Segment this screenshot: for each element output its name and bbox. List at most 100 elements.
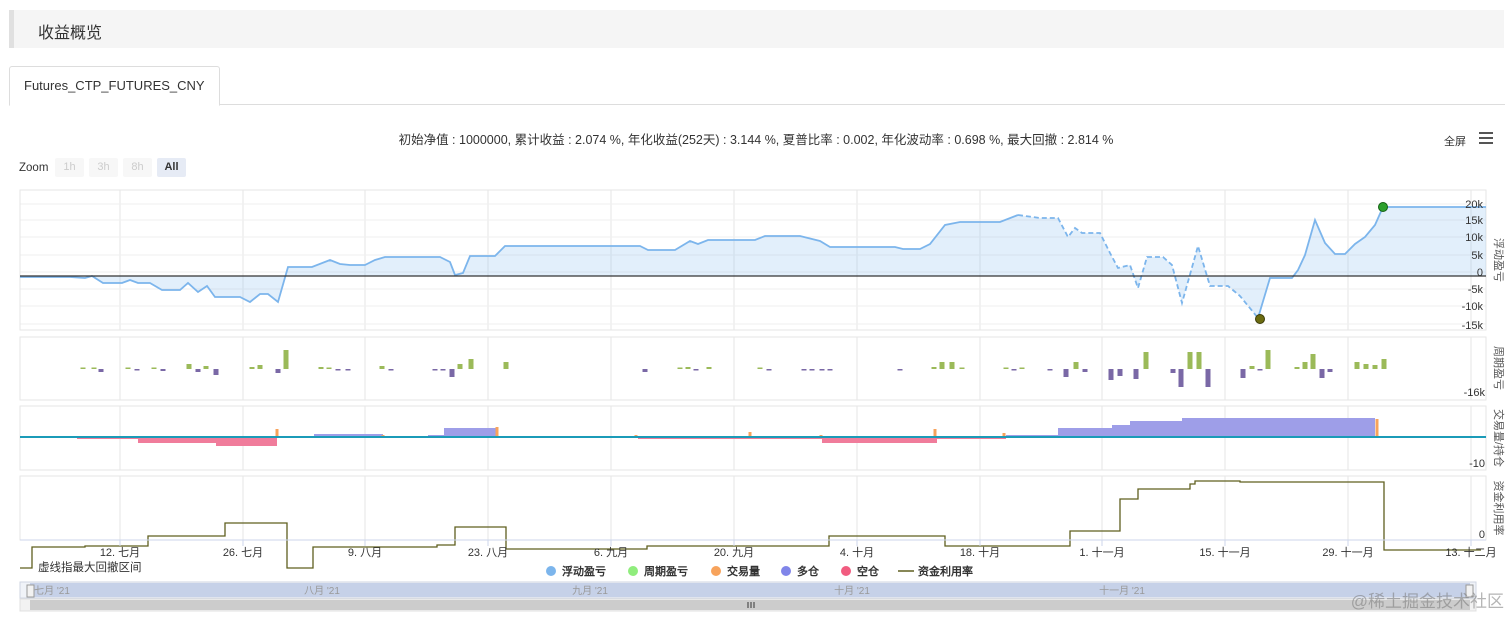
legend-item[interactable]: 空仓 [841, 564, 880, 578]
floating-pnl-pane [20, 202, 1486, 324]
period-pnl-bar [1265, 350, 1271, 369]
y-tick-label: 5k [1471, 250, 1483, 262]
period-pnl-bar [1240, 369, 1246, 378]
period-pnl-bar [642, 369, 648, 372]
period-pnl-bar [134, 369, 140, 371]
period-pnl-bar [449, 369, 455, 377]
legend-dot-symbol [628, 566, 638, 576]
period-pnl-bar [213, 369, 219, 375]
period-pnl-bar [685, 367, 691, 369]
y-tick-label: 20k [1465, 199, 1483, 211]
period-pnl-bar [949, 362, 955, 369]
period-pnl-bar [151, 367, 157, 369]
period-pnl-bar [1327, 369, 1333, 372]
x-tick-label: 4. 十月 [840, 545, 874, 559]
x-tick-label: 12. 七月 [100, 546, 140, 559]
period-pnl-bar [757, 367, 763, 369]
period-pnl-bar [160, 369, 166, 371]
period-pnl-bar [379, 366, 385, 369]
drawdown-trough-marker [1255, 314, 1265, 324]
legend-dot-symbol [546, 566, 556, 576]
period-pnl-bar [1178, 369, 1184, 387]
legend-label: 周期盈亏 [644, 564, 688, 578]
period-pnl-bar [388, 369, 394, 371]
period-pnl-bar [257, 365, 263, 369]
period-pnl-bar [125, 367, 131, 369]
period-pnl-bar [1003, 367, 1009, 369]
legend-label: 浮动盈亏 [562, 564, 606, 578]
navigator-selected-range [30, 583, 1470, 597]
y-tick-label: 0 [1477, 267, 1483, 279]
volume-bar [933, 429, 937, 437]
period-pnl-bar [693, 369, 699, 371]
performance-chart: 20k15k10k5k0-5k-10k-15k-16k-100 浮动盈亏周期盈亏… [19, 189, 1506, 612]
period-pnl-bar [809, 369, 815, 371]
period-pnl-bar [1381, 359, 1387, 369]
watermark: @稀土掘金技术社区 [1350, 592, 1504, 611]
legend-item[interactable]: 资金利用率 [898, 564, 973, 578]
scrollbar-thumb [30, 600, 1470, 610]
x-tick-label: 20. 九月 [714, 546, 754, 559]
x-axis-ticks: 12. 七月 26. 七月 9. 八月 23. 八月 6. 九月 20. 九月 4. 十月 1… [20, 539, 1497, 559]
period-pnl-bar [1019, 367, 1025, 369]
period-pnl-bar [80, 367, 86, 369]
period-pnl-bar [897, 369, 903, 371]
period-pnl-bar [959, 367, 965, 369]
legend-item[interactable]: 交易量 [711, 564, 760, 578]
period-pnl-bar [1011, 369, 1017, 371]
period-pnl-bar [677, 367, 683, 369]
x-tick-label: 29. 十一月 [1322, 545, 1373, 559]
period-pnl-bar [1108, 369, 1114, 380]
x-tick-label: 15. 十一月 [1199, 545, 1250, 559]
period-pnl-bar [1310, 354, 1316, 369]
period-pnl-bar [1257, 369, 1263, 371]
period-pnl-bar [432, 369, 438, 371]
volume-position-pane [20, 418, 1486, 446]
y-tick-label: -15k [1462, 320, 1484, 332]
period-pnl-bar [1354, 362, 1360, 369]
period-pnl-bar [939, 362, 945, 369]
range-navigator: 七月 '21 八月 '21 九月 '21 十月 '21 十一月 '21 [19, 581, 1477, 612]
y-axis-title: 浮动盈亏 [1492, 238, 1505, 282]
handle-grip [26, 584, 35, 598]
period-pnl-bar [335, 369, 341, 371]
period-pnl-bar [1170, 369, 1176, 373]
y-axis-title: 周期盈亏 [1492, 346, 1505, 390]
legend-item[interactable]: 周期盈亏 [628, 564, 688, 578]
period-pnl-bar [1249, 366, 1255, 369]
period-pnl-bar [1143, 352, 1149, 369]
legend-item[interactable]: 浮动盈亏 [546, 564, 606, 578]
period-pnl-bar [457, 364, 463, 369]
y-tick-label: -10 [1469, 458, 1485, 470]
period-pnl-bar [186, 364, 192, 369]
period-pnl-bar [931, 367, 937, 369]
period-pnl-bar [203, 366, 209, 369]
legend-dot-symbol [841, 566, 851, 576]
y-axis-title: 交易量/持仓 [1492, 409, 1506, 467]
period-pnl-bar [1117, 369, 1123, 376]
period-pnl-bar [1302, 362, 1308, 369]
long-position-area [1182, 418, 1375, 437]
volume-bar [495, 427, 499, 437]
period-pnl-bar [827, 369, 833, 371]
drawdown-peak-marker [1378, 202, 1388, 212]
volume-bar [275, 429, 279, 437]
navigator-scrollbar[interactable] [19, 598, 1477, 612]
y-tick-label: -16k [1464, 387, 1486, 399]
period-pnl-bar [1294, 367, 1300, 369]
period-pnl-bar [1187, 352, 1193, 369]
navigator-handle[interactable] [26, 584, 35, 598]
period-pnl-bar [91, 367, 97, 369]
x-tick-label: 18. 十月 [960, 545, 1000, 559]
navigator-label: 八月 '21 [304, 585, 340, 597]
legend-item[interactable]: 多仓 [781, 564, 820, 578]
x-tick-label: 26. 七月 [223, 546, 263, 559]
period-pnl-bar [1319, 369, 1325, 378]
long-position-area [1112, 425, 1130, 437]
period-pnl-bar [1063, 369, 1069, 377]
legend-label: 交易量 [727, 564, 760, 578]
legend-label: 多仓 [797, 564, 820, 578]
y-tick-label: 0 [1479, 529, 1485, 541]
period-pnl-bar [1073, 362, 1079, 369]
period-pnl-bar [1196, 352, 1202, 369]
